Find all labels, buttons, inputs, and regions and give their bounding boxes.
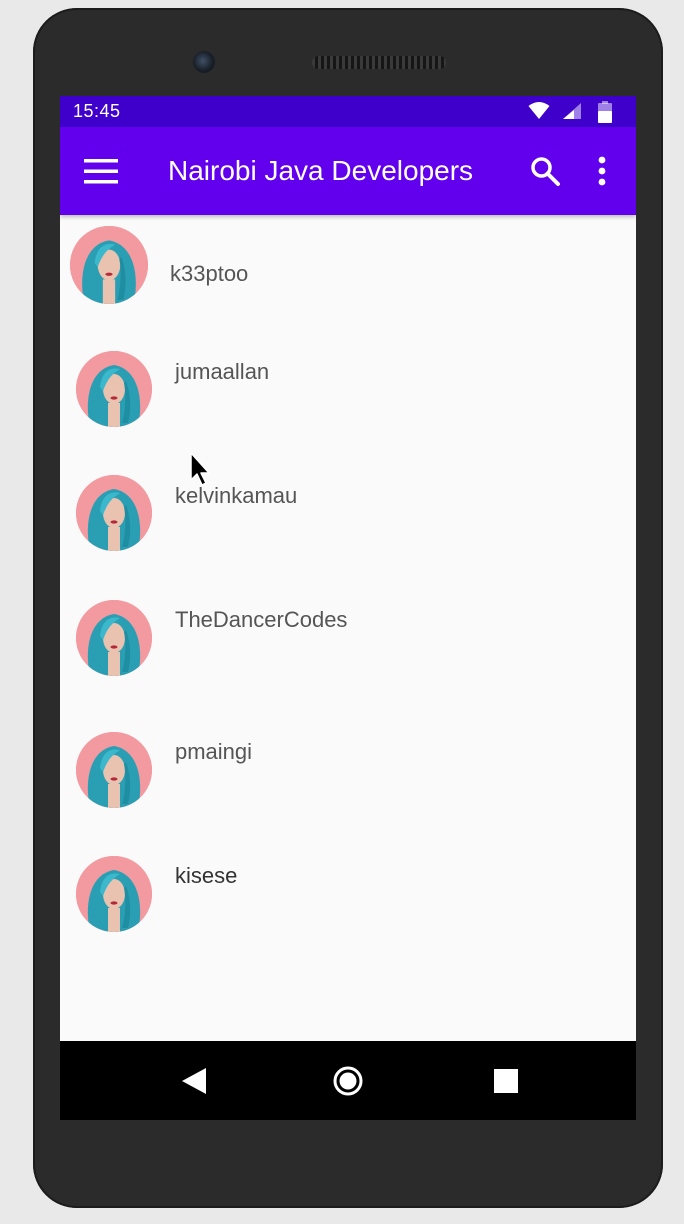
username: jumaallan [175,359,270,384]
battery-icon [598,101,612,123]
recents-icon[interactable] [486,1061,526,1101]
front-camera [193,51,215,73]
avatar [76,475,152,551]
menu-icon[interactable] [84,156,118,186]
user-row[interactable]: jumaallan [60,339,636,449]
username: k33ptoo [170,261,249,286]
user-row[interactable]: TheDancerCodes [60,587,636,697]
wifi-icon [528,102,550,119]
search-icon[interactable] [529,155,561,187]
username: pmaingi [175,739,253,764]
username: kisese [175,863,238,888]
avatar [76,856,152,932]
avatar [76,600,152,676]
status-icons [528,101,620,123]
app-bar: Nairobi Java Developers [60,127,636,215]
cell-signal-icon [563,103,581,119]
system-nav-bar [60,1041,636,1120]
user-row[interactable]: pmaingi [60,711,636,821]
user-row[interactable]: kelvinkamau [60,463,636,573]
username: TheDancerCodes [175,607,348,632]
avatar [70,226,148,304]
status-bar: 15:45 [60,96,636,127]
status-time: 15:45 [73,101,121,121]
back-icon[interactable] [174,1061,214,1101]
user-row[interactable]: k33ptoo [60,215,636,325]
avatar [76,732,152,808]
app-title: Nairobi Java Developers [168,155,474,186]
earpiece-speaker [312,56,446,69]
avatar [76,351,152,427]
overflow-icon[interactable] [592,155,612,187]
device-screen: 15:45 Nairobi Java Developers k33ptoo ju… [60,96,636,1120]
user-row[interactable]: kisese [60,835,636,945]
home-icon[interactable] [328,1061,368,1101]
mouse-pointer-icon [190,452,210,486]
